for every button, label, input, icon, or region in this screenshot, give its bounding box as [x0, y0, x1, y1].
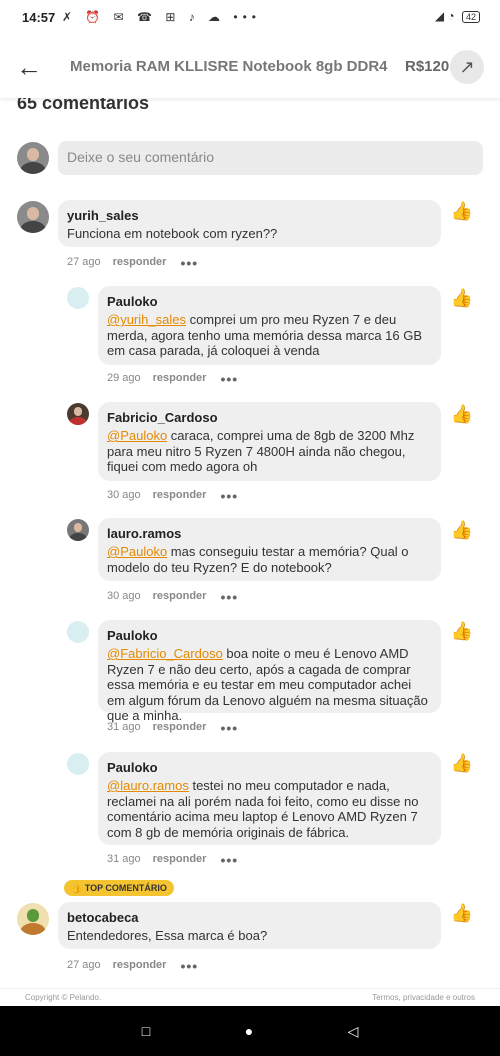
footer: Copyright © Pelando. Termos, privacidade… — [0, 988, 500, 1006]
battery-icon: 42 — [461, 10, 480, 23]
avatar — [67, 753, 89, 775]
recent-apps-icon[interactable]: □ — [136, 1021, 156, 1041]
comment-time: 30 ago — [107, 590, 141, 602]
thumbs-up-icon[interactable]: 👍 — [450, 402, 474, 426]
comment-meta: 31 ago responder ••• — [107, 717, 238, 736]
comment-time: 31 ago — [107, 721, 141, 733]
avatar — [17, 903, 49, 935]
signal-icon: ◢ — [434, 9, 445, 23]
reply-button[interactable]: responder — [113, 959, 167, 971]
comment-author[interactable]: betocabeca — [67, 910, 432, 925]
comment-meta: 30 ago responder ••• — [107, 586, 238, 605]
current-user-avatar — [17, 142, 49, 174]
comment-meta: 29 ago responder ••• — [107, 368, 238, 387]
more-options-icon[interactable]: ••• — [220, 720, 238, 736]
home-icon[interactable]: ● — [239, 1021, 259, 1041]
price-label: R$120 — [405, 58, 450, 75]
comment-meta: 31 ago responder ••• — [107, 849, 238, 868]
external-link-icon[interactable]: ↗ — [450, 50, 484, 84]
thumbs-up-icon[interactable]: 👍 — [450, 751, 474, 775]
comment-text: Entendedores, Essa marca é boa? — [67, 928, 268, 943]
copyright-text: Copyright © Pelando. — [25, 993, 102, 1002]
more-options-icon[interactable]: ••• — [220, 371, 238, 387]
reply-button[interactable]: responder — [153, 853, 207, 865]
system-status: ◢ ◔ 42 — [435, 9, 480, 23]
comment-meta: 30 ago responder ••• — [107, 485, 238, 504]
comment-bubble: Pauloko @yurih_sales comprei um pro meu … — [98, 286, 441, 365]
system-nav-bar: □ ● ◁ — [0, 1006, 500, 1056]
thumbs-up-icon[interactable]: 👍 — [450, 199, 474, 223]
mention-link[interactable]: @Fabricio_Cardoso — [107, 646, 223, 661]
more-options-icon[interactable]: ••• — [180, 255, 198, 271]
comment-time: 27 ago — [67, 256, 101, 268]
page-title: Memoria RAM KLLISRE Notebook 8gb DDR4 26… — [70, 58, 390, 75]
wifi-icon: ◔ — [447, 9, 455, 23]
thumbs-up-icon: 👍 — [71, 883, 83, 893]
comment-input[interactable]: Deixe o seu comentário — [58, 141, 483, 175]
comment-meta: 27 ago responder ••• — [67, 252, 198, 271]
mention-link[interactable]: @Pauloko — [107, 544, 167, 559]
avatar — [17, 201, 49, 233]
mention-link[interactable]: @yurih_sales — [107, 312, 186, 327]
comment-bubble: yurih_sales Funciona em notebook com ryz… — [58, 200, 441, 247]
status-bar: 14:57 ✗ ⏰ ✉ ☎ ⊞ ♪ ☁ ••• ◢ ◔ 42 — [0, 0, 500, 38]
footer-links[interactable]: Termos, privacidade e outros — [372, 993, 475, 1002]
top-comment-badge: 👍 TOP COMENTÁRIO — [64, 880, 174, 896]
comment-bubble: betocabeca Entendedores, Essa marca é bo… — [58, 902, 441, 949]
comment-text: @Pauloko mas conseguiu testar a memória?… — [107, 544, 409, 575]
comment-time: 30 ago — [107, 489, 141, 501]
thumbs-up-icon[interactable]: 👍 — [450, 901, 474, 925]
comment-text: @lauro.ramos testei no meu computador e … — [107, 778, 419, 840]
comment-text: @Pauloko caraca, comprei uma de 8gb de 3… — [107, 428, 415, 474]
status-time: 14:57 — [22, 10, 56, 25]
comment-author[interactable]: Pauloko — [107, 628, 432, 643]
mention-link[interactable]: @lauro.ramos — [107, 778, 189, 793]
reply-button[interactable]: responder — [153, 489, 207, 501]
avatar — [67, 403, 89, 425]
comment-author[interactable]: lauro.ramos — [107, 526, 432, 541]
comment-time: 31 ago — [107, 853, 141, 865]
avatar — [67, 287, 89, 309]
comment-text: Funciona em notebook com ryzen?? — [67, 226, 278, 241]
reply-button[interactable]: responder — [153, 372, 207, 384]
comment-author[interactable]: Fabricio_Cardoso — [107, 410, 432, 425]
back-triangle-icon[interactable]: ◁ — [343, 1021, 363, 1041]
more-options-icon[interactable]: ••• — [220, 589, 238, 605]
avatar — [67, 621, 89, 643]
comment-author[interactable]: Pauloko — [107, 760, 432, 775]
avatar — [67, 519, 89, 541]
comment-author[interactable]: yurih_sales — [67, 208, 432, 223]
thumbs-up-icon[interactable]: 👍 — [450, 619, 474, 643]
more-options-icon[interactable]: ••• — [220, 852, 238, 868]
comment-text: @Fabricio_Cardoso boa noite o meu é Leno… — [107, 646, 428, 723]
reply-button[interactable]: responder — [113, 256, 167, 268]
more-options-icon[interactable]: ••• — [220, 488, 238, 504]
comment-meta: 27 ago responder ••• — [67, 955, 198, 974]
header: ← Memoria RAM KLLISRE Notebook 8gb DDR4 … — [0, 38, 500, 98]
more-options-icon[interactable]: ••• — [180, 958, 198, 974]
thumbs-up-icon[interactable]: 👍 — [450, 286, 474, 310]
notification-icons: ✗ ⏰ ✉ ☎ ⊞ ♪ ☁ ••• — [62, 10, 261, 24]
thumbs-up-icon[interactable]: 👍 — [450, 518, 474, 542]
reply-button[interactable]: responder — [153, 590, 207, 602]
comment-text: @yurih_sales comprei um pro meu Ryzen 7 … — [107, 312, 423, 358]
comment-author[interactable]: Pauloko — [107, 294, 432, 309]
mention-link[interactable]: @Pauloko — [107, 428, 167, 443]
comment-bubble: Pauloko @Fabricio_Cardoso boa noite o me… — [98, 620, 441, 723]
comment-bubble: lauro.ramos @Pauloko mas conseguiu testa… — [98, 518, 441, 581]
comment-time: 29 ago — [107, 372, 141, 384]
comment-time: 27 ago — [67, 959, 101, 971]
comment-bubble: Fabricio_Cardoso @Pauloko caraca, compre… — [98, 402, 441, 481]
comment-bubble: Pauloko @lauro.ramos testei no meu compu… — [98, 752, 441, 845]
reply-button[interactable]: responder — [153, 721, 207, 733]
back-arrow-icon[interactable]: ← — [16, 54, 44, 82]
